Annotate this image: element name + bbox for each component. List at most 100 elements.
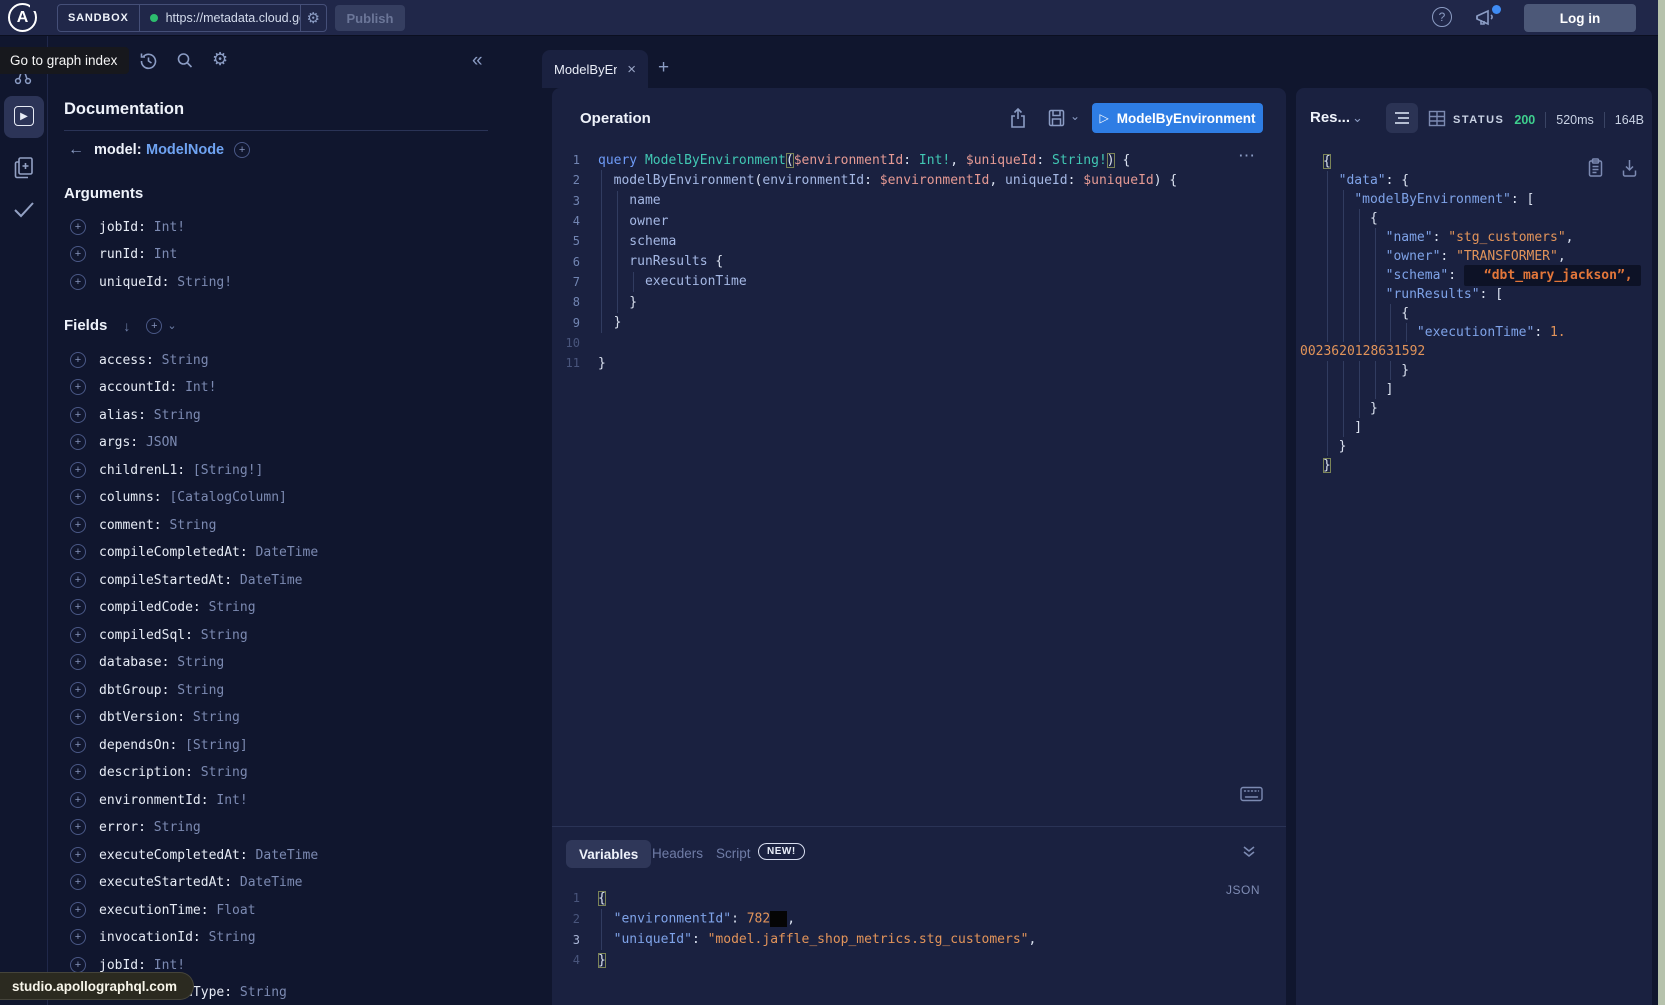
back-arrow-icon[interactable]: ← <box>68 141 84 159</box>
field-name[interactable]: args: <box>99 435 146 450</box>
code-line[interactable]: 8 } <box>552 292 1252 312</box>
breadcrumb-type-link[interactable]: ModelNode <box>146 142 224 158</box>
code-line[interactable]: 1{ <box>552 888 1252 909</box>
field-name[interactable]: environmentId: <box>99 793 216 808</box>
code-line[interactable]: { <box>1296 152 1652 171</box>
collapse-docs-panel-icon[interactable]: « <box>472 50 483 72</box>
code-line[interactable]: 7 executionTime <box>552 272 1252 292</box>
code-line[interactable]: "modelByEnvironment": [ <box>1296 190 1652 209</box>
add-to-query-plus-icon[interactable]: + <box>70 819 86 835</box>
field-name[interactable]: childrenL1: <box>99 463 193 478</box>
field-name[interactable]: access: <box>99 353 162 368</box>
field-type[interactable]: [String!] <box>193 463 263 478</box>
add-to-query-plus-icon[interactable]: + <box>70 929 86 945</box>
argument-name[interactable]: uniqueId: <box>99 275 177 290</box>
code-line[interactable]: ] <box>1296 418 1652 437</box>
field-type[interactable]: String <box>209 930 256 945</box>
code-line[interactable]: 2 modelByEnvironment(environmentId: $env… <box>552 170 1252 190</box>
history-icon[interactable] <box>138 50 158 72</box>
field-name[interactable]: executeCompletedAt: <box>99 848 256 863</box>
field-name[interactable]: dependsOn: <box>99 738 185 753</box>
add-to-query-plus-icon[interactable]: + <box>70 627 86 643</box>
publish-button[interactable]: Publish <box>335 5 405 31</box>
field-name[interactable]: alias: <box>99 408 154 423</box>
field-name[interactable]: compileCompletedAt: <box>99 545 256 560</box>
keyboard-shortcuts-icon[interactable] <box>1240 786 1263 802</box>
field-type[interactable]: String <box>162 353 209 368</box>
field-name[interactable]: compiledCode: <box>99 600 209 615</box>
add-to-query-plus-icon[interactable]: + <box>70 847 86 863</box>
add-to-query-plus-icon[interactable]: + <box>70 599 86 615</box>
close-tab-icon[interactable]: × <box>627 61 636 78</box>
argument-name[interactable]: jobId: <box>99 220 154 235</box>
share-operation-icon[interactable] <box>1008 106 1028 130</box>
code-line[interactable]: } <box>1296 456 1652 475</box>
add-to-query-plus-icon[interactable]: + <box>70 407 86 423</box>
field-name[interactable]: dbtVersion: <box>99 710 193 725</box>
add-to-query-plus-icon[interactable]: + <box>70 764 86 780</box>
changelog-pages-icon[interactable] <box>12 155 36 181</box>
field-type[interactable]: String <box>201 765 248 780</box>
field-name[interactable]: compiledSql: <box>99 628 201 643</box>
code-line[interactable]: "owner": "TRANSFORMER", <box>1296 247 1652 266</box>
code-line[interactable]: } <box>1296 399 1652 418</box>
field-name[interactable]: invocationId: <box>99 930 209 945</box>
add-to-query-plus-icon[interactable]: + <box>70 737 86 753</box>
field-name[interactable]: executionTime: <box>99 903 216 918</box>
field-name[interactable]: executeStartedAt: <box>99 875 240 890</box>
field-type[interactable]: String <box>154 408 201 423</box>
field-type[interactable]: DateTime <box>256 545 319 560</box>
code-line[interactable]: 1query ModelByEnvironment($environmentId… <box>552 150 1252 170</box>
argument-name[interactable]: runId: <box>99 247 154 262</box>
field-type[interactable]: JSON <box>146 435 177 450</box>
tab-variables[interactable]: Variables <box>566 840 651 868</box>
add-to-query-plus-icon[interactable]: + <box>70 219 86 235</box>
add-to-query-plus-icon[interactable]: + <box>70 379 86 395</box>
field-name[interactable]: compileStartedAt: <box>99 573 240 588</box>
collapse-variables-chevrons-icon[interactable] <box>1240 843 1258 861</box>
tab-script[interactable]: Script <box>716 846 751 861</box>
response-table-view-icon[interactable] <box>1428 110 1446 127</box>
explorer-settings-gear-icon[interactable]: ⚙ <box>212 49 228 70</box>
add-to-query-plus-icon[interactable]: + <box>70 654 86 670</box>
add-to-query-plus-icon[interactable]: + <box>70 274 86 290</box>
field-name[interactable]: jobId: <box>99 958 154 973</box>
code-line[interactable]: } <box>1296 437 1652 456</box>
field-type[interactable]: DateTime <box>256 848 319 863</box>
code-line[interactable]: "data": { <box>1296 171 1652 190</box>
checks-icon[interactable] <box>11 199 37 221</box>
login-button[interactable]: Log in <box>1524 4 1636 32</box>
code-line[interactable]: ] <box>1296 380 1652 399</box>
code-line[interactable]: 0023620128631592 <box>1296 342 1652 361</box>
code-line[interactable]: "executionTime": 1. <box>1296 323 1652 342</box>
editor-hints-ellipsis-icon[interactable]: ⋯ <box>1238 146 1256 166</box>
field-type[interactable]: String <box>154 820 201 835</box>
response-panel-title[interactable]: Res... <box>1310 109 1350 126</box>
add-all-fields-plus-icon[interactable]: + <box>146 318 162 334</box>
add-to-query-plus-icon[interactable]: + <box>70 572 86 588</box>
field-name[interactable]: description: <box>99 765 201 780</box>
field-type[interactable]: String <box>209 600 256 615</box>
code-line[interactable]: 4} <box>552 950 1252 971</box>
code-line[interactable]: { <box>1296 209 1652 228</box>
fields-chevron-down-icon[interactable]: ⌄ <box>167 319 176 332</box>
field-name[interactable]: comment: <box>99 518 169 533</box>
code-line[interactable]: 11} <box>552 353 1252 373</box>
add-to-query-plus-icon[interactable]: + <box>70 544 86 560</box>
field-type[interactable]: String <box>169 518 216 533</box>
add-to-query-plus-icon[interactable]: + <box>70 352 86 368</box>
tab-headers[interactable]: Headers <box>652 846 703 861</box>
code-line[interactable]: 9 } <box>552 312 1252 332</box>
code-line[interactable]: 5 schema <box>552 231 1252 251</box>
code-line[interactable]: "schema": “dbt_mary_jackson”, <box>1296 266 1652 285</box>
field-type[interactable]: DateTime <box>240 573 303 588</box>
field-type[interactable]: [CatalogColumn] <box>169 490 286 505</box>
code-line[interactable]: } <box>1296 361 1652 380</box>
save-options-chevron-icon[interactable]: ⌄ <box>1070 109 1080 123</box>
field-name[interactable]: database: <box>99 655 177 670</box>
field-name[interactable]: accountId: <box>99 380 185 395</box>
field-type[interactable]: String <box>177 655 224 670</box>
add-to-query-plus-icon[interactable]: + <box>70 517 86 533</box>
add-to-query-plus-icon[interactable]: + <box>70 874 86 890</box>
save-operation-icon[interactable] <box>1046 107 1066 129</box>
